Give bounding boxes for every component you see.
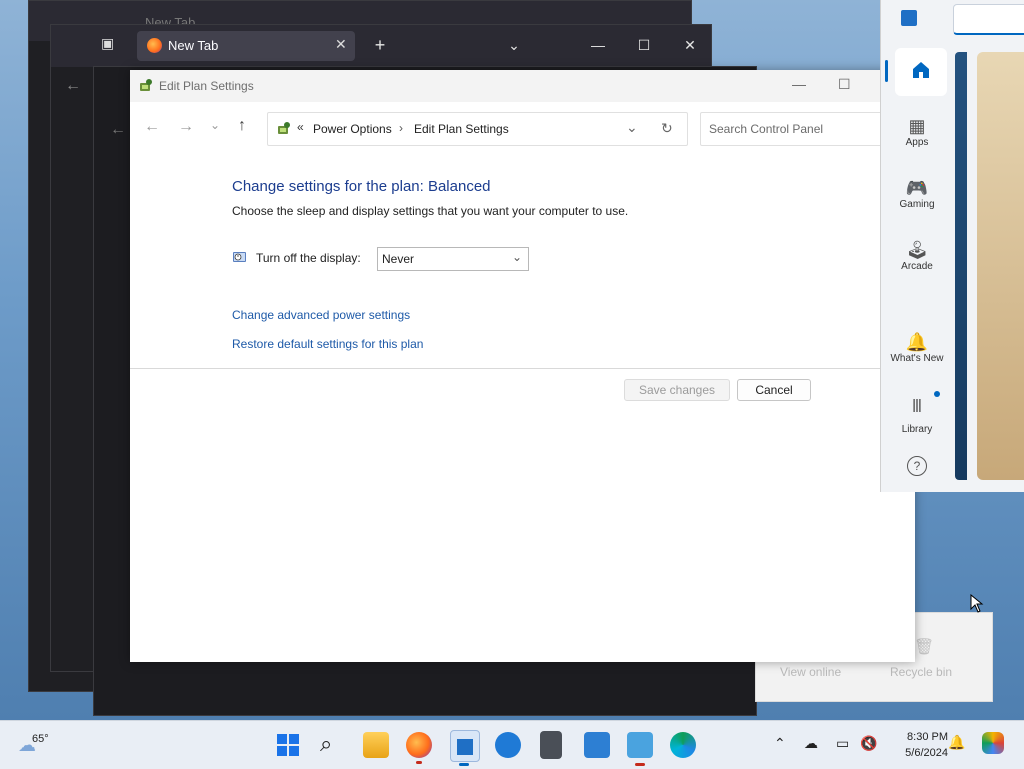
recent-locations-icon[interactable]: ⌄ — [210, 118, 220, 132]
apps-icon: ▦ — [908, 116, 926, 136]
nav-apps[interactable]: ▦ Apps — [882, 116, 952, 148]
address-bar[interactable]: « Power Options › Edit Plan Settings ⌄ ↻ — [267, 112, 688, 146]
back-arrow-icon[interactable]: ← — [144, 118, 160, 136]
joystick-icon: 🕹 — [905, 240, 929, 260]
refresh-icon[interactable]: ↻ — [661, 120, 673, 137]
app-icon-x[interactable] — [495, 732, 521, 758]
display-monitor-icon — [232, 249, 248, 265]
hero-card-right[interactable] — [977, 52, 1024, 480]
microsoft-store-window[interactable]: ▦ Apps 🎮 Gaming 🕹 Arcade 🔔 What's New 𝍫 … — [880, 0, 1024, 492]
breadcrumb-overflow[interactable]: « — [297, 120, 304, 134]
nav-arcade[interactable]: 🕹 Arcade — [882, 240, 952, 272]
notification-dot — [934, 391, 940, 397]
home-icon — [911, 60, 931, 83]
clock-time: 8:30 PM — [907, 731, 948, 743]
recycle-bin-label: Recycle bin — [890, 665, 953, 679]
weather-widget[interactable]: ☁ 65° — [16, 727, 76, 763]
restore-default-settings-link[interactable]: Restore default settings for this plan — [232, 337, 423, 351]
search-icon[interactable]: ⌕ — [320, 731, 332, 757]
active-indicator — [459, 763, 469, 766]
calculator-icon[interactable] — [540, 731, 562, 759]
chevron-down-icon: ⌄ — [512, 250, 523, 264]
select-value: Never — [382, 252, 415, 266]
settings-app-icon[interactable] — [584, 732, 610, 758]
turn-off-display-label: Turn off the display: — [256, 251, 361, 265]
hero-card-left[interactable] — [955, 52, 967, 480]
library-icon: 𝍫 — [912, 396, 922, 416]
edge-icon[interactable] — [670, 732, 696, 758]
active-tab[interactable]: New Tab ✕ — [137, 31, 355, 61]
window-title: Edit Plan Settings — [159, 79, 254, 93]
control-panel-icon — [276, 121, 292, 137]
notification-bell-icon[interactable]: 🔔 — [948, 734, 965, 751]
help-icon[interactable]: ? — [907, 456, 927, 476]
chevron-down-icon[interactable]: ⌄ — [499, 25, 529, 65]
store-logo-icon — [901, 10, 917, 26]
firefox-icon — [147, 38, 162, 53]
breadcrumb-separator-icon: › — [399, 121, 403, 135]
power-options-icon — [138, 78, 154, 94]
file-explorer-icon[interactable] — [363, 732, 389, 758]
network-icon[interactable]: ▭ — [836, 735, 849, 752]
divider — [130, 368, 915, 369]
close-window-icon[interactable]: ✕ — [675, 25, 705, 65]
tab-overview-icon[interactable]: ▣ — [101, 35, 119, 53]
control-panel-taskbar-icon[interactable] — [627, 732, 653, 758]
forward-arrow-icon[interactable]: → — [178, 118, 194, 136]
change-advanced-power-settings-link[interactable]: Change advanced power settings — [232, 308, 410, 322]
mouse-cursor — [970, 593, 984, 617]
new-tab-icon[interactable]: + — [365, 25, 395, 65]
gamepad-icon: 🎮 — [905, 178, 929, 198]
clock[interactable]: 8:30 PM 5/6/2024 — [888, 729, 948, 761]
breadcrumb-power-options[interactable]: Power Options — [313, 122, 392, 136]
close-tab-icon[interactable]: ✕ — [335, 36, 347, 53]
nav-gaming[interactable]: 🎮 Gaming — [882, 178, 952, 210]
chevron-down-icon[interactable]: ⌄ — [626, 119, 638, 136]
minimize-icon[interactable]: — — [583, 25, 613, 65]
nav-home[interactable] — [895, 48, 947, 96]
firefox-icon[interactable] — [406, 732, 432, 758]
breadcrumb-edit-plan[interactable]: Edit Plan Settings — [414, 122, 509, 136]
maximize-icon[interactable]: ☐ — [629, 25, 659, 65]
store-search-input[interactable] — [953, 4, 1024, 35]
recycle-bin-icon: 🗑 — [914, 639, 935, 656]
weather-temperature: 65° — [32, 733, 49, 745]
page-title: Change settings for the plan: Balanced — [232, 178, 491, 195]
view-online-label: View online — [780, 665, 842, 679]
active-indicator — [885, 60, 888, 82]
volume-muted-icon[interactable]: 🔇 — [860, 735, 877, 752]
nav-library[interactable]: 𝍫 Library — [882, 394, 952, 435]
turn-off-display-select[interactable]: Never ⌄ — [377, 247, 529, 271]
search-input[interactable]: Search Control Panel — [709, 122, 823, 136]
onedrive-offline-icon[interactable]: ☁ — [804, 735, 818, 752]
control-panel-window[interactable]: Edit Plan Settings — ☐ ← → ⌄ ↑ « Power O… — [130, 70, 917, 662]
start-icon[interactable] — [276, 733, 300, 760]
save-changes-button[interactable]: Save changes — [624, 379, 730, 401]
running-indicator — [416, 761, 422, 764]
nav-whats-new[interactable]: 🔔 What's New — [882, 332, 952, 364]
minimize-icon[interactable]: — — [792, 76, 806, 92]
page-subtitle: Choose the sleep and display settings th… — [232, 204, 629, 218]
microsoft-store-icon[interactable] — [450, 730, 480, 762]
clock-date: 5/6/2024 — [905, 747, 948, 759]
chevron-up-icon[interactable]: ⌃ — [774, 735, 786, 752]
up-arrow-icon[interactable]: ↑ — [238, 117, 246, 135]
bell-sparkle-icon: 🔔 — [905, 332, 929, 352]
back-arrow-icon[interactable]: ← — [110, 121, 126, 139]
running-indicator — [635, 763, 645, 766]
taskbar: ☁ 65° ⌕ ⌃ ☁ ▭ 🔇 8:30 PM 5/6/2024 🔔 — [0, 720, 1024, 769]
title-bar: Edit Plan Settings — ☐ — [130, 70, 915, 102]
cancel-button[interactable]: Cancel — [737, 379, 811, 401]
maximize-icon[interactable]: ☐ — [838, 76, 851, 93]
copilot-icon[interactable] — [982, 732, 1004, 754]
back-arrow-icon[interactable]: ← — [65, 77, 81, 95]
